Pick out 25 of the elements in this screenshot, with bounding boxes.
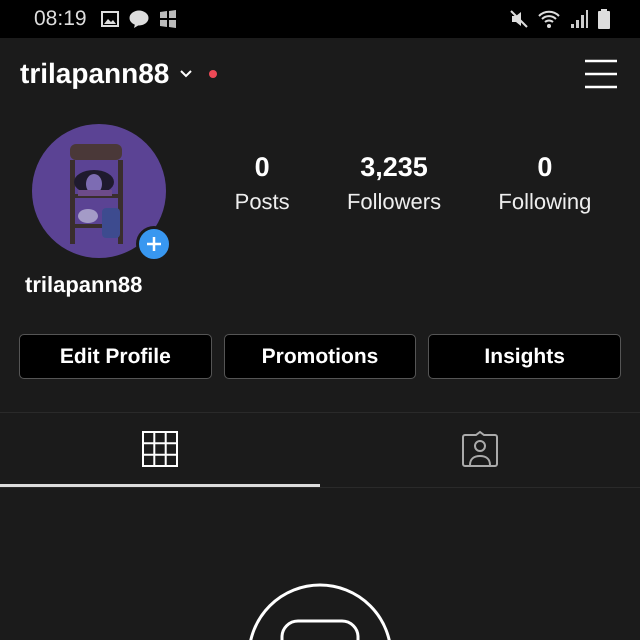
stat-label: Following: [498, 188, 592, 214]
person-tag-icon: [461, 430, 499, 468]
plus-icon: [147, 237, 161, 251]
profile-action-button[interactable]: Promotions: [224, 334, 416, 379]
chevron-down-icon[interactable]: [179, 69, 194, 79]
stat-value: 3,235: [360, 152, 428, 182]
signal-icon: [570, 10, 588, 28]
status-time: 08:19: [34, 7, 87, 31]
stat-value: 0: [254, 152, 270, 182]
stat-value: 0: [537, 152, 552, 182]
mute-icon: [510, 10, 528, 28]
account-username[interactable]: trilapann88: [20, 58, 170, 90]
notification-dot: [209, 70, 218, 78]
profile-name: trilapann88: [24, 271, 144, 298]
battery-icon: [598, 9, 610, 29]
menu-icon[interactable]: [584, 59, 618, 89]
wifi-icon: [538, 10, 560, 28]
stat-label: Posts: [234, 188, 290, 214]
grid-icon: [142, 430, 178, 466]
profile-action-button[interactable]: Insights: [428, 334, 622, 379]
window-grid-icon: [158, 10, 177, 28]
profile-action-button[interactable]: Edit Profile: [19, 334, 212, 379]
chat-bubble-icon: [128, 10, 149, 28]
stat-label: Followers: [346, 188, 442, 214]
image-icon: [100, 11, 119, 27]
